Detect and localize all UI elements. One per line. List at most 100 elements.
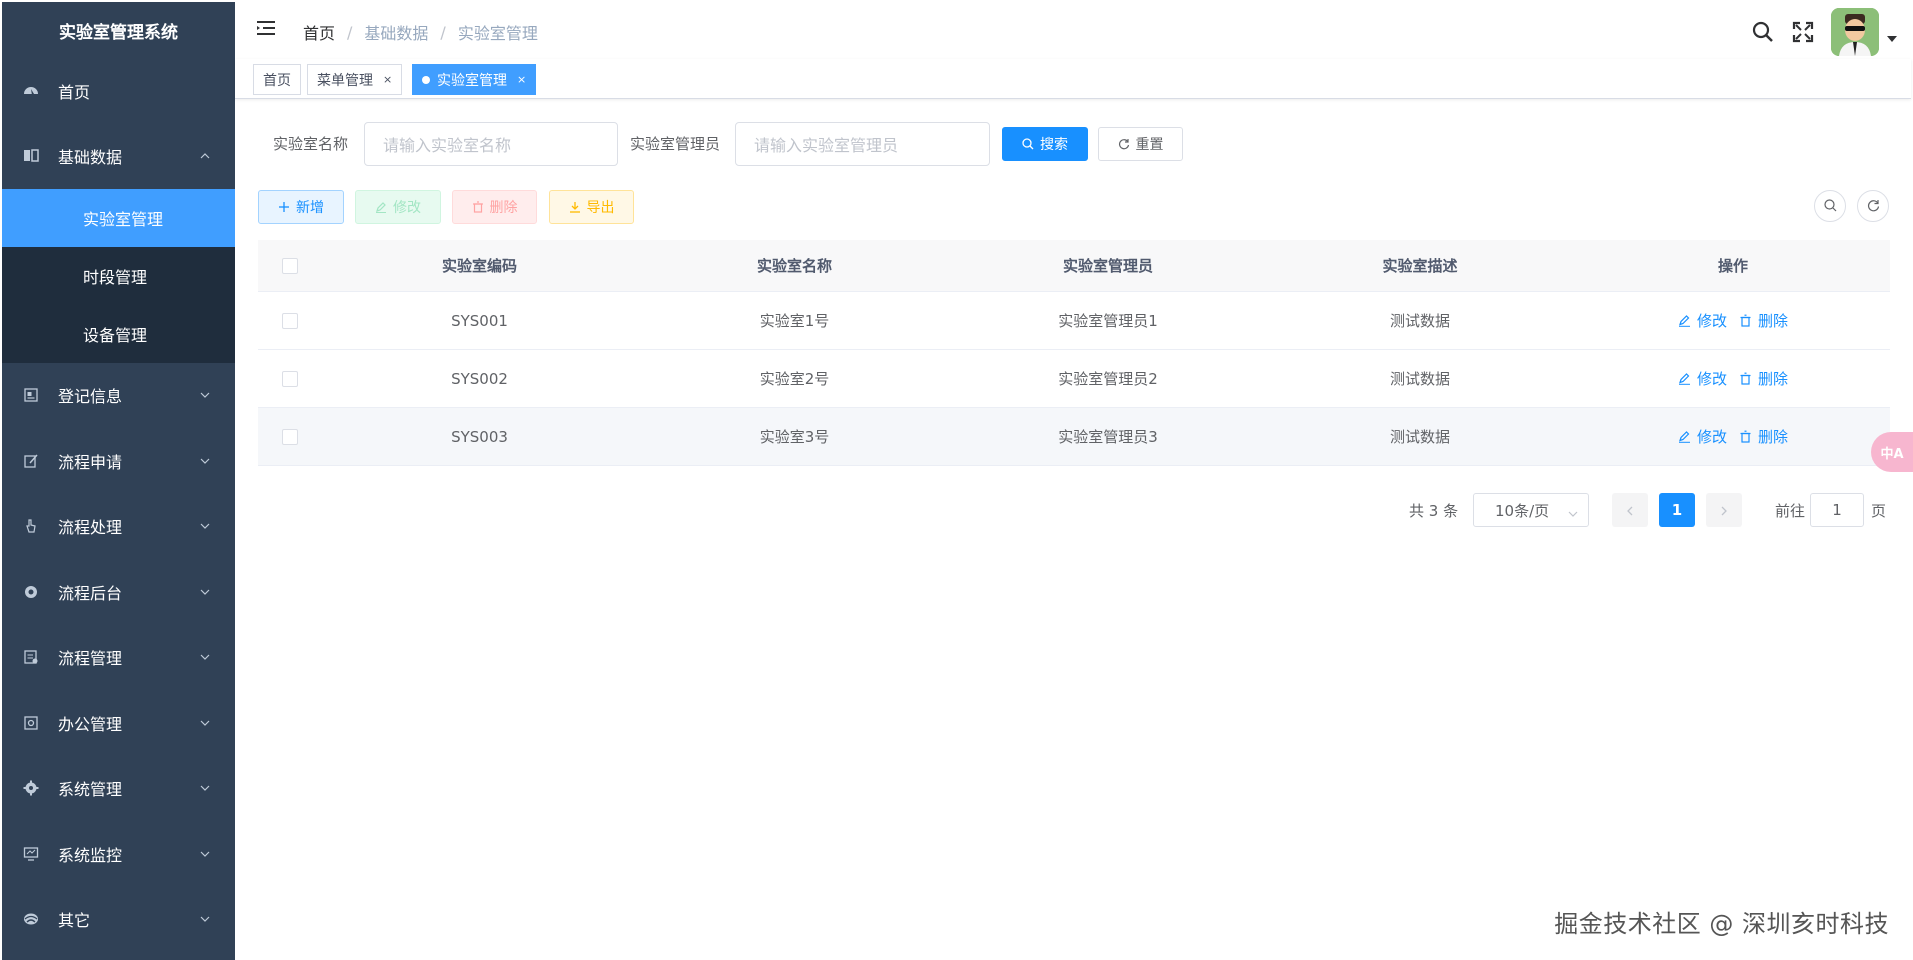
page-number-button[interactable]: 1	[1659, 493, 1695, 527]
header-lab-code: 实验室编码	[441, 257, 517, 275]
cell-actions: 修改 删除	[1576, 426, 1890, 447]
row-select-cell	[258, 428, 322, 445]
sidebar-item-equipment[interactable]: 设备管理	[2, 305, 235, 363]
breadcrumb-home[interactable]: 首页	[303, 20, 335, 44]
row-edit-label: 修改	[1696, 428, 1727, 446]
sidebar-item-lab-management[interactable]: 实验室管理	[2, 188, 235, 247]
cog-ring-icon	[22, 583, 40, 601]
lab-name-placeholder: 请输入实验室名称	[383, 136, 512, 155]
trash-icon	[1739, 430, 1752, 443]
chevron-left-icon	[1625, 501, 1635, 520]
tag-menu-management[interactable]: 菜单管理 ×	[307, 64, 403, 95]
sidebar-item-process-management[interactable]: 流程管理	[2, 625, 235, 691]
sidebar-item-label: 流程申请	[58, 452, 123, 472]
row-checkbox[interactable]	[282, 312, 298, 329]
cell-lab-name: 实验室2号	[759, 370, 830, 388]
export-button[interactable]: 导出	[549, 190, 634, 224]
sidebar-item-monitor[interactable]: 系统监控	[2, 821, 235, 887]
refresh-table-button[interactable]	[1857, 190, 1889, 222]
row-edit-button[interactable]: 修改	[1678, 368, 1727, 389]
fullscreen-icon[interactable]	[1791, 20, 1815, 44]
search-button[interactable]: 搜索	[1002, 127, 1088, 161]
cell-lab-name: 实验室3号	[759, 428, 830, 446]
sidebar-item-process-handle[interactable]: 流程处理	[2, 494, 235, 560]
goto-page-input[interactable]: 1	[1810, 493, 1864, 527]
sidebar-item-label: 流程管理	[58, 649, 123, 669]
sidebar-item-office[interactable]: 办公管理	[2, 690, 235, 756]
table-row: SYS003 实验室3号 实验室管理员3 测试数据 修改 删除	[258, 408, 1890, 466]
page-size-select[interactable]: 10条/页	[1473, 493, 1589, 527]
breadcrumb-current: 实验室管理	[457, 24, 538, 43]
toggle-search-button[interactable]	[1814, 190, 1846, 222]
lab-admin-input[interactable]: 请输入实验室管理员	[735, 122, 990, 166]
row-select-cell	[258, 370, 322, 387]
sidebar-item-label: 系统监控	[58, 845, 123, 865]
avatar[interactable]	[1831, 8, 1879, 56]
row-delete-button[interactable]: 删除	[1739, 310, 1788, 331]
row-edit-button[interactable]: 修改	[1678, 426, 1727, 447]
search-icon[interactable]	[1751, 20, 1775, 44]
pagination-total: 共 3 条	[1409, 502, 1459, 520]
close-icon[interactable]: ×	[517, 73, 526, 86]
lab-name-input[interactable]: 请输入实验室名称	[364, 122, 618, 166]
next-page-button[interactable]	[1706, 493, 1742, 527]
header-lab-desc: 实验室描述	[1382, 257, 1458, 275]
row-edit-button[interactable]: 修改	[1678, 310, 1727, 331]
chevron-down-icon	[199, 848, 211, 860]
search-icon	[1823, 197, 1837, 216]
sidebar-item-other[interactable]: 其它	[2, 887, 235, 953]
gear-icon	[22, 779, 40, 797]
select-all-checkbox[interactable]	[282, 257, 298, 274]
screen-icon	[22, 845, 40, 863]
delete-button-label: 删除	[489, 200, 518, 216]
tag-label: 首页	[263, 72, 291, 89]
lab-admin-label: 实验室管理员	[630, 135, 721, 153]
dashboard-icon	[22, 82, 40, 100]
breadcrumb-basic-data: 基础数据	[364, 24, 429, 43]
sub-item-label: 实验室管理	[83, 209, 164, 229]
export-button-label: 导出	[586, 200, 615, 216]
sidebar-item-process-backend[interactable]: 流程后台	[2, 559, 235, 625]
edit-button[interactable]: 修改	[355, 190, 441, 224]
delete-button[interactable]: 删除	[452, 190, 537, 224]
chevron-down-icon	[199, 455, 211, 467]
row-checkbox[interactable]	[282, 428, 298, 445]
sidebar-item-label: 首页	[58, 82, 91, 102]
edit-icon	[375, 201, 387, 213]
tag-lab-management[interactable]: 实验室管理 ×	[412, 64, 537, 95]
hand-icon	[22, 517, 40, 535]
translate-float-button[interactable]: 中A	[1871, 432, 1913, 472]
row-checkbox[interactable]	[282, 370, 298, 387]
lab-name-label: 实验室名称	[273, 135, 349, 153]
row-delete-label: 删除	[1758, 370, 1789, 388]
breadcrumb-separator: /	[347, 22, 353, 42]
navbar: 首页 / 基础数据 / 实验室管理	[235, 2, 1913, 59]
prev-page-button[interactable]	[1612, 493, 1648, 527]
edit-icon	[1678, 314, 1691, 327]
chevron-down-icon	[199, 913, 211, 925]
hamburger-icon[interactable]	[255, 18, 277, 40]
caret-down-icon[interactable]	[1887, 36, 1897, 42]
row-delete-button[interactable]: 删除	[1739, 368, 1788, 389]
reset-button[interactable]: 重置	[1098, 127, 1183, 161]
row-delete-button[interactable]: 删除	[1739, 426, 1788, 447]
sidebar-item-basic-data[interactable]: 基础数据	[2, 123, 235, 189]
cell-lab-code: SYS003	[451, 427, 508, 446]
breadcrumb-separator: /	[440, 22, 446, 42]
app-title: 实验室管理系统	[59, 22, 178, 43]
sidebar-item-system[interactable]: 系统管理	[2, 756, 235, 822]
page-suffix: 页	[1871, 502, 1887, 520]
sidebar-item-home[interactable]: 首页	[2, 58, 235, 123]
cell-lab-desc: 测试数据	[1389, 370, 1450, 388]
cell-actions: 修改 删除	[1576, 310, 1890, 331]
header-lab-admin: 实验室管理员	[1062, 257, 1153, 275]
trash-icon	[472, 201, 484, 213]
add-button[interactable]: 新增	[258, 190, 344, 224]
sidebar-item-time-slot[interactable]: 时段管理	[2, 247, 235, 305]
sidebar-item-label: 其它	[58, 911, 91, 931]
tag-home[interactable]: 首页	[253, 64, 301, 95]
close-icon[interactable]: ×	[383, 73, 392, 86]
globe-icon	[22, 910, 40, 928]
sidebar-item-process-apply[interactable]: 流程申请	[2, 428, 235, 494]
sidebar-item-registration[interactable]: 登记信息	[2, 363, 235, 429]
